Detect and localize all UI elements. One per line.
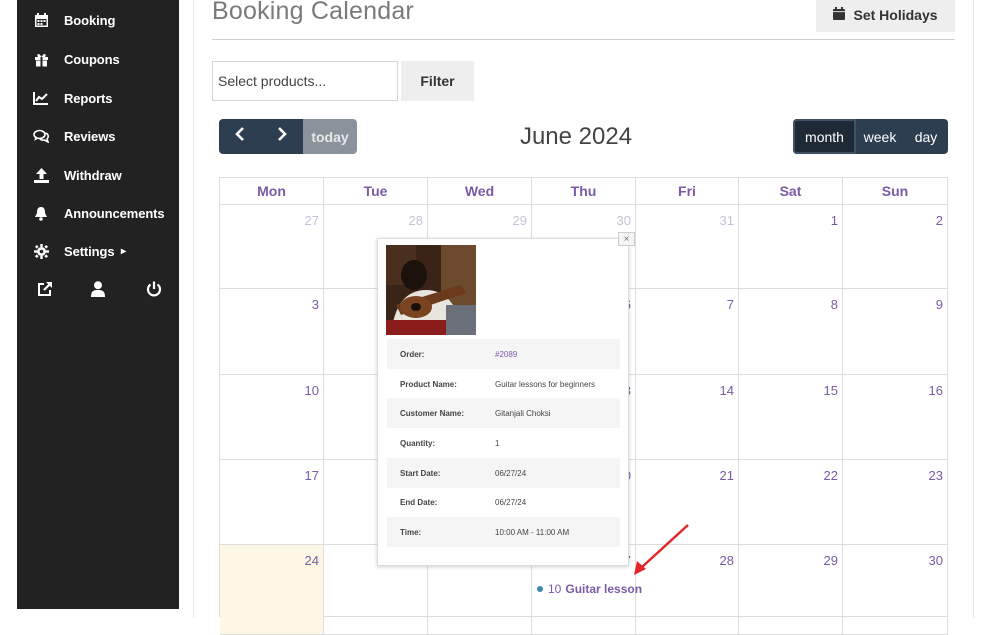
- annotation-arrow: [634, 524, 689, 575]
